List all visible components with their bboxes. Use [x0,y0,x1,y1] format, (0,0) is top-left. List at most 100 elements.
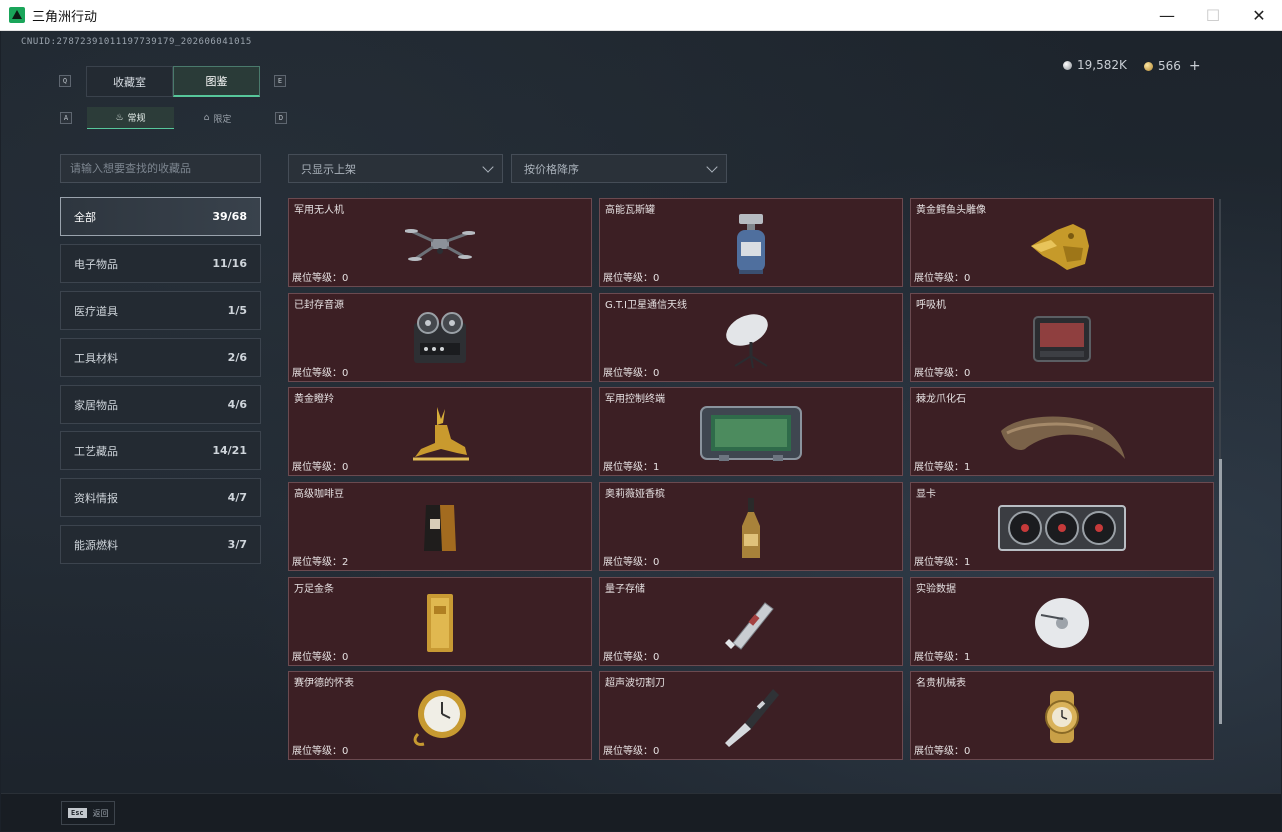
item-card[interactable]: 赛伊德的怀表 展位等级：0 [288,671,592,760]
item-card[interactable]: 军用控制终端 展位等级：1 [599,387,903,476]
gold-coin-icon [1144,61,1153,71]
chevron-down-icon [706,161,718,173]
item-level: 展位等级：0 [914,273,971,284]
item-name: 名贵机械表 [916,678,966,689]
window-titlebar: 三角洲行动 — ☐ ✕ [0,0,1282,31]
shelf-filter-dropdown[interactable]: 只显示上架 [288,154,503,183]
category-label: 全部 [74,210,96,224]
item-level: 展位等级：1 [914,462,971,473]
item-level: 展位等级：2 [292,557,349,568]
gold-currency-value: 566 [1158,59,1181,73]
tab-catalog[interactable]: 图鉴 [173,66,260,97]
item-card[interactable]: 高能瓦斯罐 展位等级：0 [599,198,903,287]
category-count: 39/68 [212,210,247,223]
item-card[interactable]: 实验数据 展位等级：1 [910,577,1214,666]
user-uid: CNUID:2787239101119773917​9_202606041015 [21,37,252,47]
category-count: 1/5 [227,304,247,317]
esc-key-hint: Esc [68,808,87,818]
category-household[interactable]: 家居物品 4/6 [60,385,261,424]
sort-value: 按价格降序 [524,162,579,176]
control-terminal-icon [700,406,802,461]
item-level: 展位等级：0 [603,746,660,757]
item-card[interactable]: 量子存储 展位等级：0 [599,577,903,666]
subtab-regular[interactable]: ♨ 常规 [87,107,174,129]
gift-icon: ⌂ [203,113,210,123]
item-level: 展位等级：0 [603,368,660,379]
item-level: 展位等级：0 [292,652,349,663]
category-intel[interactable]: 资料情报 4/7 [60,478,261,517]
item-name: 奥莉薇娅香槟 [605,489,665,500]
close-button[interactable]: ✕ [1236,0,1282,31]
category-crafts[interactable]: 工艺藏品 14/21 [60,431,261,470]
item-level: 展位等级：1 [603,462,660,473]
category-label: 电子物品 [74,257,118,271]
item-card[interactable]: 军用无人机 展位等级：0 [288,198,592,287]
item-card[interactable]: 黄金瞪羚 展位等级：0 [288,387,592,476]
gold-gazelle-icon [413,407,469,461]
category-tools[interactable]: 工具材料 2/6 [60,338,261,377]
item-card[interactable]: 名贵机械表 展位等级：0 [910,671,1214,760]
gpu-icon [998,505,1126,551]
item-level: 展位等级：0 [914,746,971,757]
item-card[interactable]: 棘龙爪化石 展位等级：1 [910,387,1214,476]
sort-dropdown[interactable]: 按价格降序 [511,154,727,183]
item-name: G.T.I卫星通信天线 [605,300,687,311]
subtab-limited[interactable]: ⌂ 限定 [174,107,261,129]
item-name: 高能瓦斯罐 [605,205,655,216]
item-name: 已封存音源 [294,300,344,311]
item-card[interactable]: 已封存音源 展位等级：0 [288,293,592,382]
category-energy[interactable]: 能源燃料 3/7 [60,525,261,564]
chevron-down-icon [482,161,494,173]
item-name: 军用无人机 [294,205,344,216]
item-level: 展位等级：0 [603,273,660,284]
category-medical[interactable]: 医疗道具 1/5 [60,291,261,330]
item-card[interactable]: 黄金鳄鱼头雕像 展位等级：0 [910,198,1214,287]
minimize-button[interactable]: — [1144,0,1190,31]
item-level: 展位等级：0 [914,368,971,379]
silver-coin-icon [1063,60,1072,70]
gold-currency: 566 + [1144,58,1201,74]
coffee-bag-icon [424,505,456,551]
gold-crocodile-icon [1031,224,1089,270]
item-name: 量子存储 [605,584,645,595]
item-name: 赛伊德的怀表 [294,678,354,689]
item-card[interactable]: 万足金条 展位等级：0 [288,577,592,666]
subtab-prev-key-hint: A [60,112,72,124]
item-card[interactable]: 显卡 展位等级：1 [910,482,1214,571]
item-level: 展位等级：0 [292,462,349,473]
category-label: 家居物品 [74,398,118,412]
category-label: 工具材料 [74,351,118,365]
category-electronics[interactable]: 电子物品 11/16 [60,244,261,283]
bottom-bar: Esc 返回 [1,793,1281,831]
tab-collection-room[interactable]: 收藏室 [86,66,173,97]
item-card[interactable]: G.T.I卫星通信天线 展位等级：0 [599,293,903,382]
maximize-button[interactable]: ☐ [1190,0,1236,31]
satellite-dish-icon [726,314,768,369]
tab-next-key-hint: E [274,75,286,87]
item-card[interactable]: 超声波切割刀 展位等级：0 [599,671,903,760]
item-card[interactable]: 奥莉薇娅香槟 展位等级：0 [599,482,903,571]
silver-currency-value: 19,582K [1077,58,1127,72]
category-count: 4/7 [227,491,247,504]
item-name: 棘龙爪化石 [916,394,966,405]
grid-scrollbar-thumb[interactable] [1219,459,1222,724]
item-name: 超声波切割刀 [605,678,665,689]
item-level: 展位等级：0 [292,273,349,284]
item-level: 展位等级：0 [603,652,660,663]
item-level: 展位等级：1 [914,652,971,663]
search-input[interactable] [60,154,261,183]
wristwatch-icon [1045,691,1079,743]
category-all[interactable]: 全部 39/68 [60,197,261,236]
add-currency-button[interactable]: + [1189,58,1201,74]
back-button[interactable]: Esc 返回 [61,801,115,825]
silver-currency: 19,582K [1063,58,1127,72]
disc-icon [1035,598,1089,648]
item-name: 黄金鳄鱼头雕像 [916,205,986,216]
subtab-regular-label: 常规 [127,114,146,124]
item-card[interactable]: 呼吸机 展位等级：0 [910,293,1214,382]
gold-bar-icon [427,594,453,652]
claw-fossil-icon [1001,416,1125,459]
item-card[interactable]: 高级咖啡豆 展位等级：2 [288,482,592,571]
pocket-watch-icon [413,690,466,746]
category-label: 医疗道具 [74,304,118,318]
